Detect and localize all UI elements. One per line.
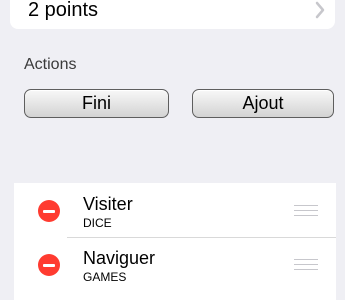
list-item-subtitle: DICE bbox=[83, 216, 112, 230]
chevron-right-icon bbox=[315, 1, 325, 19]
ajout-button[interactable]: Ajout bbox=[192, 89, 334, 118]
reorder-handle-icon[interactable] bbox=[294, 205, 318, 217]
minus-circle-icon[interactable] bbox=[38, 254, 60, 276]
activity-list: Visiter DICE Naviguer GAMES bbox=[14, 183, 336, 300]
minus-circle-icon[interactable] bbox=[38, 200, 60, 222]
list-item[interactable]: Naviguer GAMES bbox=[14, 237, 336, 291]
list-item[interactable]: Visiter DICE bbox=[14, 183, 336, 238]
actions-section-header: Actions bbox=[24, 56, 77, 73]
reorder-handle-icon[interactable] bbox=[294, 259, 318, 271]
points-value: 2 points bbox=[28, 0, 99, 21]
fini-button[interactable]: Fini bbox=[24, 89, 169, 118]
list-item-title: Visiter bbox=[83, 194, 133, 214]
points-cell[interactable]: 2 points bbox=[10, 0, 335, 29]
list-item-title: Naviguer bbox=[83, 248, 156, 268]
list-item-subtitle: GAMES bbox=[83, 270, 127, 284]
